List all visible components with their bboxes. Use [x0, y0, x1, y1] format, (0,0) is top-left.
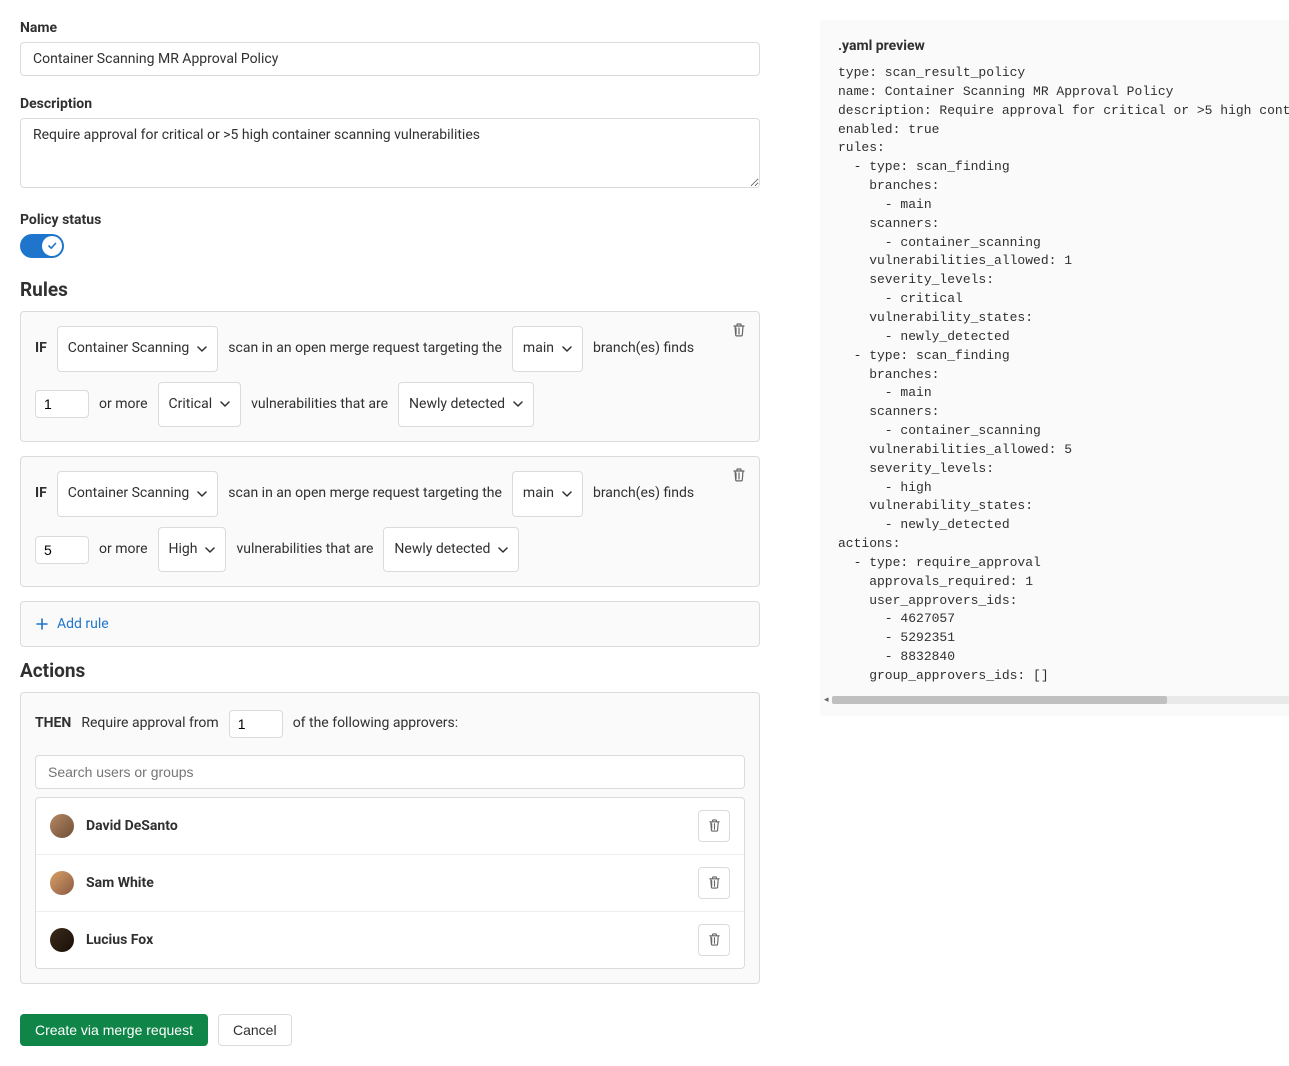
chevron-down-icon: [562, 344, 572, 354]
branches-finds-text: branch(es) finds: [593, 477, 694, 511]
scan-text: scan in an open merge request targeting …: [228, 332, 502, 366]
approver-list: David DeSanto Sam White Lucius Fox: [35, 797, 745, 969]
check-icon: [47, 241, 57, 251]
then-keyword: THEN: [35, 707, 71, 741]
approver-search-input[interactable]: [35, 755, 745, 789]
yaml-preview-panel: .yaml preview type: scan_result_policy n…: [820, 20, 1289, 716]
avatar: [50, 928, 74, 952]
branch-select[interactable]: main: [512, 471, 583, 517]
if-keyword: IF: [35, 477, 47, 511]
delete-rule-button[interactable]: [727, 318, 751, 342]
severity-select[interactable]: High: [158, 527, 227, 573]
delete-rule-button[interactable]: [727, 463, 751, 487]
policy-status-label: Policy status: [20, 212, 760, 228]
cancel-button[interactable]: Cancel: [218, 1014, 292, 1046]
count-input[interactable]: [35, 390, 89, 418]
branches-finds-text: branch(es) finds: [593, 332, 694, 366]
chevron-down-icon: [205, 545, 215, 555]
trash-icon: [707, 932, 722, 947]
approver-name: David DeSanto: [86, 818, 686, 834]
count-input[interactable]: [35, 536, 89, 564]
add-rule-label: Add rule: [57, 616, 109, 632]
approver-row: David DeSanto: [36, 798, 744, 855]
description-label: Description: [20, 96, 760, 112]
approver-name: Sam White: [86, 875, 686, 891]
scanner-value: Container Scanning: [68, 477, 190, 511]
approver-name: Lucius Fox: [86, 932, 686, 948]
trash-icon: [707, 875, 722, 890]
chevron-down-icon: [562, 489, 572, 499]
or-more-text: or more: [99, 388, 148, 422]
chevron-down-icon: [513, 399, 523, 409]
severity-value: High: [169, 533, 198, 567]
branch-select[interactable]: main: [512, 326, 583, 372]
yaml-preview-title: .yaml preview: [820, 38, 1289, 64]
state-select[interactable]: Newly detected: [398, 382, 534, 428]
scan-text: scan in an open merge request targeting …: [228, 477, 502, 511]
scrollbar-thumb[interactable]: [832, 696, 1167, 704]
approvals-required-input[interactable]: [229, 710, 283, 738]
chevron-down-icon: [498, 545, 508, 555]
yaml-horizontal-scrollbar[interactable]: ◂ ▸: [832, 696, 1289, 704]
scanner-select[interactable]: Container Scanning: [57, 471, 219, 517]
plus-icon: [35, 617, 49, 631]
name-input[interactable]: [20, 42, 760, 76]
branch-value: main: [523, 477, 554, 511]
description-input[interactable]: Require approval for critical or >5 high…: [20, 118, 760, 188]
scanner-value: Container Scanning: [68, 332, 190, 366]
avatar: [50, 814, 74, 838]
state-value: Newly detected: [409, 388, 505, 422]
vuln-text: vulnerabilities that are: [236, 533, 373, 567]
remove-approver-button[interactable]: [698, 867, 730, 899]
severity-select[interactable]: Critical: [158, 382, 242, 428]
remove-approver-button[interactable]: [698, 924, 730, 956]
yaml-preview-code: type: scan_result_policy name: Container…: [820, 64, 1289, 692]
approver-row: Sam White: [36, 855, 744, 912]
trash-icon: [707, 818, 722, 833]
approver-row: Lucius Fox: [36, 912, 744, 968]
rule-box: IF Container Scanning scan in an open me…: [20, 456, 760, 587]
trash-icon: [731, 322, 747, 338]
chevron-down-icon: [220, 399, 230, 409]
create-mr-button[interactable]: Create via merge request: [20, 1014, 208, 1046]
trash-icon: [731, 467, 747, 483]
state-select[interactable]: Newly detected: [383, 527, 519, 573]
severity-value: Critical: [169, 388, 213, 422]
rule-box: IF Container Scanning scan in an open me…: [20, 311, 760, 442]
add-rule-button[interactable]: Add rule: [20, 601, 760, 647]
rules-heading: Rules: [20, 278, 760, 301]
name-label: Name: [20, 20, 760, 36]
scanner-select[interactable]: Container Scanning: [57, 326, 219, 372]
chevron-down-icon: [197, 489, 207, 499]
remove-approver-button[interactable]: [698, 810, 730, 842]
chevron-down-icon: [197, 344, 207, 354]
if-keyword: IF: [35, 332, 47, 366]
or-more-text: or more: [99, 533, 148, 567]
of-following-text: of the following approvers:: [293, 707, 458, 741]
policy-status-toggle[interactable]: [20, 234, 64, 258]
require-approval-text: Require approval from: [81, 707, 218, 741]
state-value: Newly detected: [394, 533, 490, 567]
actions-heading: Actions: [20, 659, 760, 682]
branch-value: main: [523, 332, 554, 366]
avatar: [50, 871, 74, 895]
scroll-left-icon: ◂: [824, 695, 829, 705]
vuln-text: vulnerabilities that are: [251, 388, 388, 422]
actions-box: THEN Require approval from of the follow…: [20, 692, 760, 984]
